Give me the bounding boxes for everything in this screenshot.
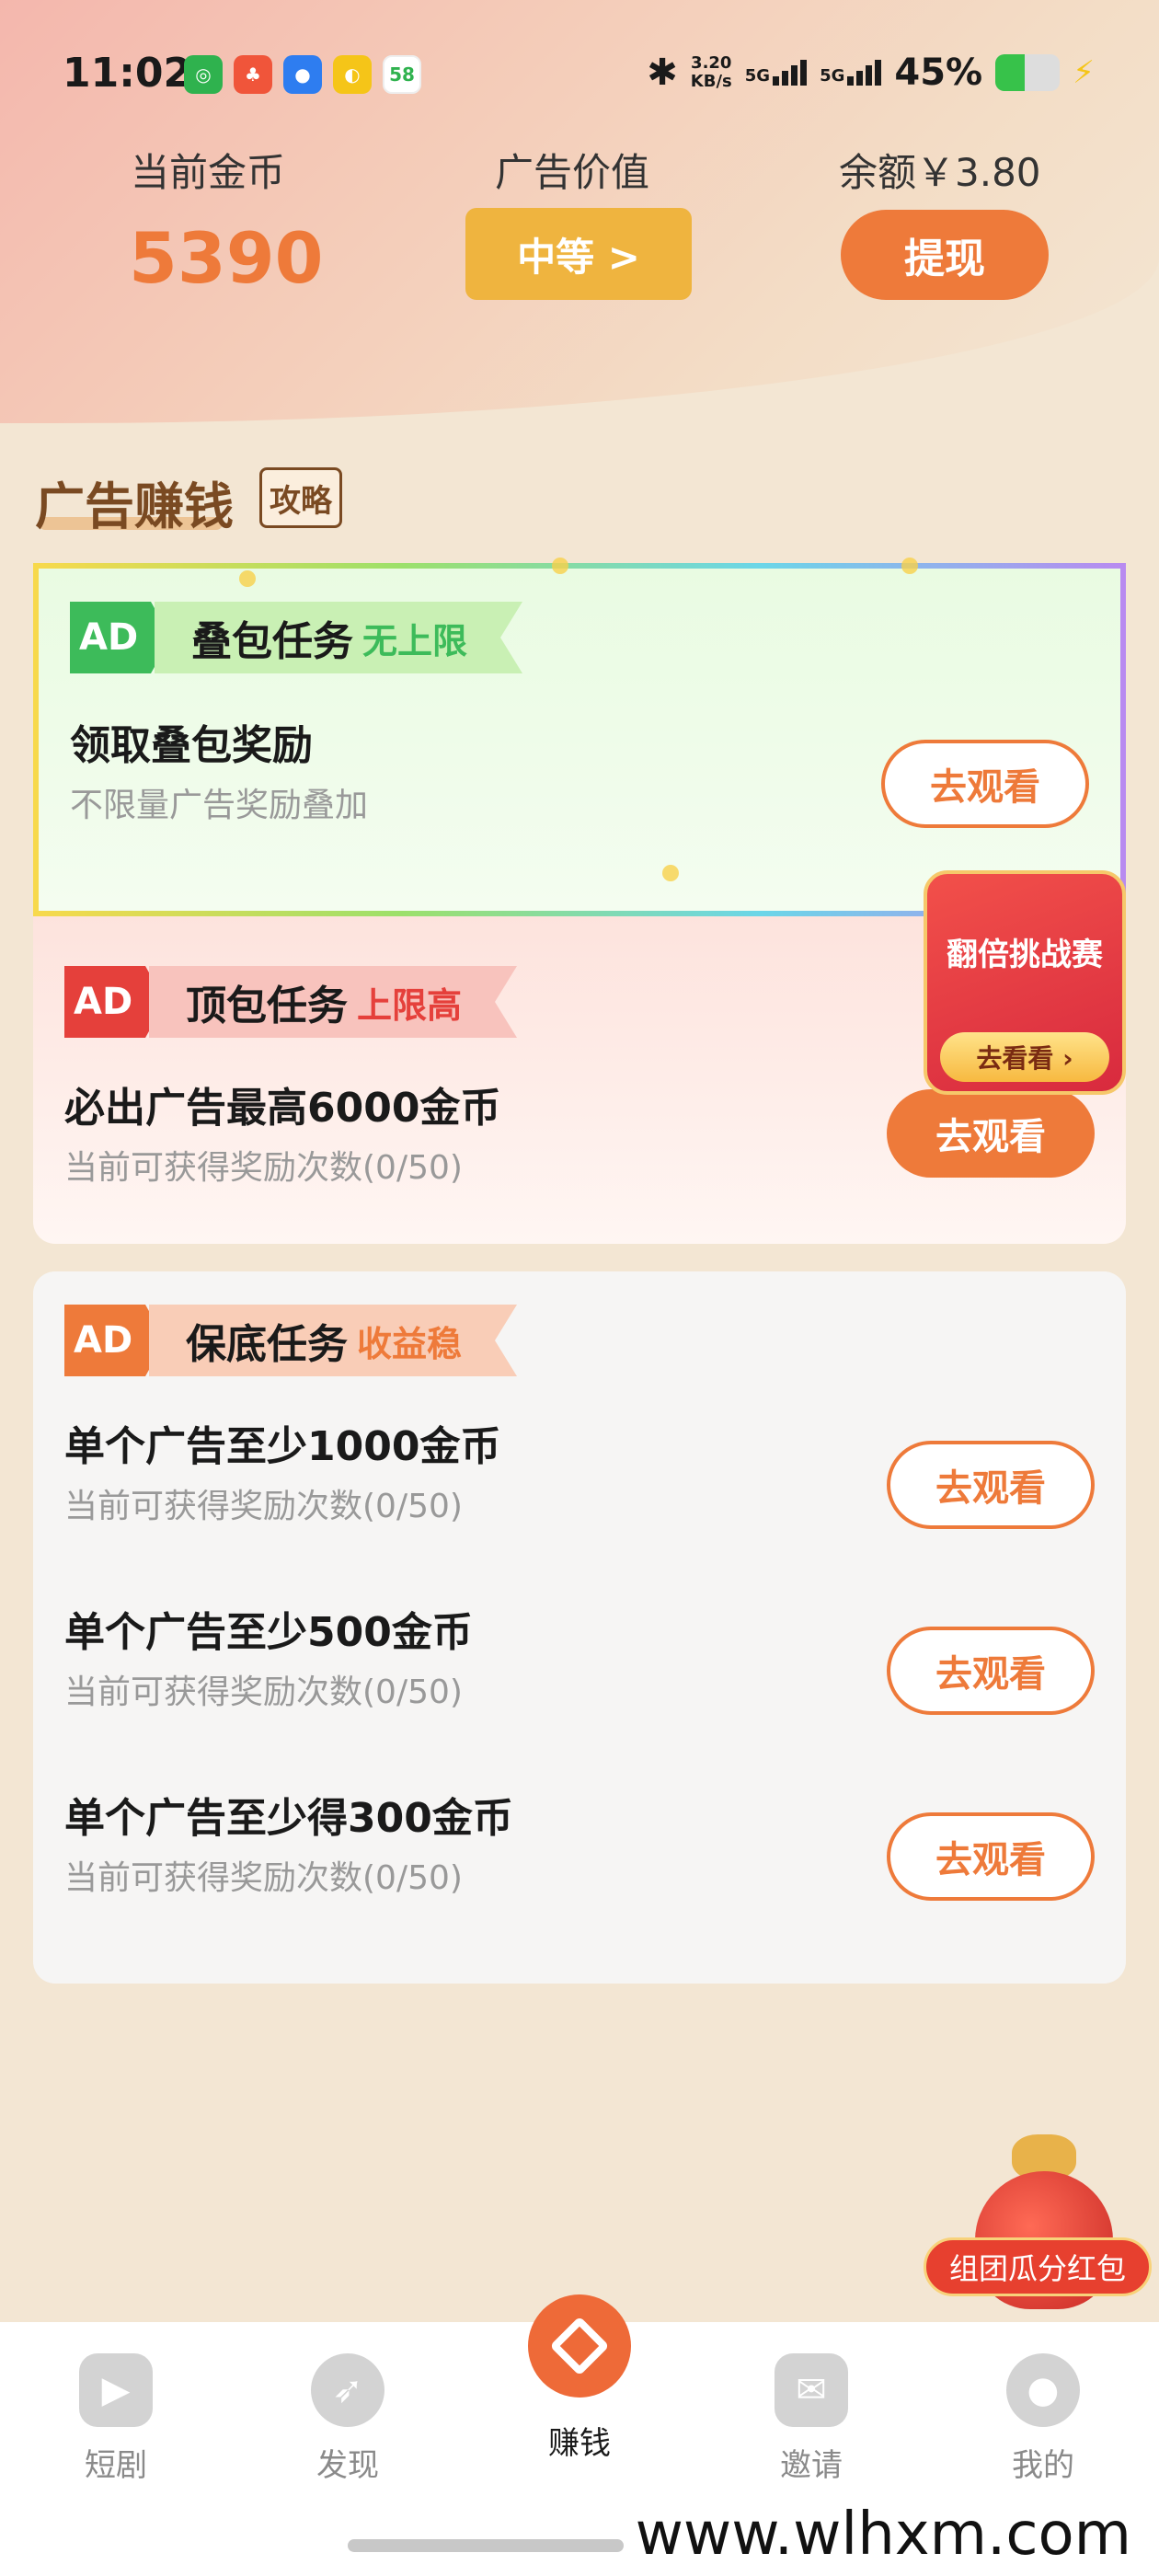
guarantee-task-title: 单个广告至少500金币 xyxy=(64,1609,473,1656)
red-packet-label[interactable]: 组团瓜分红包 xyxy=(924,2237,1152,2296)
watermark-text: www.wlhxm.com xyxy=(635,2501,1131,2569)
play-icon: ▶ xyxy=(79,2353,153,2427)
top-task-sub: 当前可获得奖励次数(0/50) xyxy=(64,1149,463,1187)
sparkle-decoration xyxy=(552,558,568,574)
nav-label: 短剧 xyxy=(85,2447,147,2484)
app-icon-green: ◎ xyxy=(184,55,223,94)
signal-icon-1: 5G xyxy=(744,60,808,86)
status-right: ✱ 3.20 KB/s 5G 5G 45% ⚡ xyxy=(647,52,1095,94)
guarantee-task-sub: 当前可获得奖励次数(0/50) xyxy=(64,1859,463,1897)
mail-icon: ✉ xyxy=(775,2353,848,2427)
nav-item-invite[interactable]: ✉ 邀请 xyxy=(738,2340,885,2485)
top-task-badge: AD 顶包任务 上限高 xyxy=(64,966,518,1038)
top-task-name: 顶包任务 xyxy=(186,983,348,1029)
section-title: 广告赚钱 xyxy=(35,477,234,535)
stack-watch-button[interactable]: 去观看 xyxy=(881,740,1089,828)
signal-icon-2: 5G xyxy=(820,60,882,86)
charging-icon: ⚡ xyxy=(1073,54,1095,91)
nav-item-discover[interactable]: ➶ 发现 xyxy=(274,2340,421,2485)
diamond-icon xyxy=(549,2316,610,2376)
top-task-tag: 上限高 xyxy=(357,984,463,1026)
nav-item-earn[interactable]: 赚钱 xyxy=(506,2418,653,2463)
stack-task-badge: AD 叠包任务 无上限 xyxy=(70,602,523,673)
guarantee-task-tag: 收益稳 xyxy=(357,1323,463,1364)
challenge-button[interactable]: 去看看 › xyxy=(940,1032,1109,1082)
sparkle-decoration xyxy=(239,570,256,587)
stack-task-band: 叠包任务 无上限 xyxy=(155,602,523,673)
net-speed-unit: KB/s xyxy=(690,72,732,91)
sparkle-decoration xyxy=(901,558,918,574)
status-app-icons: ◎ ♣ ● ◐ 58 xyxy=(184,55,421,94)
sparkle-decoration xyxy=(662,865,679,881)
ad-value-label: 广告价值 xyxy=(495,150,650,195)
app-icon-yellow: ◐ xyxy=(333,55,372,94)
guarantee-task-sub: 当前可获得奖励次数(0/50) xyxy=(64,1673,463,1711)
earn-tab-button[interactable] xyxy=(528,2294,631,2398)
signal-1-label: 5G xyxy=(744,66,771,86)
guarantee-task-title: 单个广告至少1000金币 xyxy=(64,1423,501,1470)
top-task-band: 顶包任务 上限高 xyxy=(149,966,518,1038)
stack-task-name: 叠包任务 xyxy=(191,618,353,665)
guarantee-task-band: 保底任务 收益稳 xyxy=(149,1305,518,1376)
guarantee-task-badge: AD 保底任务 收益稳 xyxy=(64,1305,518,1376)
ad-value-button[interactable]: 中等 > xyxy=(465,208,692,300)
balance-label: 余额￥3.80 xyxy=(839,150,1041,195)
nav-item-mine[interactable]: ● 我的 xyxy=(970,2340,1117,2485)
nav-label: 发现 xyxy=(316,2447,379,2484)
guide-button[interactable]: 攻略 xyxy=(259,467,342,528)
signal-2-label: 5G xyxy=(820,66,845,86)
coins-label: 当前金币 xyxy=(131,150,286,195)
battery-percent: 45% xyxy=(894,52,983,94)
double-challenge-widget[interactable]: 翻倍挑战赛 去看看 › xyxy=(924,870,1126,1095)
status-time: 11:02 xyxy=(63,50,192,97)
guarantee-task-title: 单个广告至少得300金币 xyxy=(64,1795,513,1842)
coins-value: 5390 xyxy=(129,217,324,299)
nav-item-short-drama[interactable]: ▶ 短剧 xyxy=(42,2340,189,2485)
guarantee-task-sub: 当前可获得奖励次数(0/50) xyxy=(64,1488,463,1525)
guarantee-task-name: 保底任务 xyxy=(186,1321,348,1368)
stack-task-card: AD 叠包任务 无上限 领取叠包奖励 不限量广告奖励叠加 去观看 xyxy=(33,563,1126,916)
top-task-title: 必出广告最高6000金币 xyxy=(64,1085,501,1132)
top-watch-button[interactable]: 去观看 xyxy=(887,1089,1095,1178)
nav-label: 邀请 xyxy=(780,2447,843,2484)
stack-task-sub: 不限量广告奖励叠加 xyxy=(70,787,369,824)
net-speed: 3.20 KB/s xyxy=(691,54,732,91)
bluetooth-icon: ✱ xyxy=(647,52,678,94)
stack-task-tag: 无上限 xyxy=(362,620,468,661)
guarantee-watch-button-2[interactable]: 去观看 xyxy=(887,1627,1095,1715)
net-speed-value: 3.20 xyxy=(691,53,732,73)
app-icon-58: 58 xyxy=(383,55,421,94)
guarantee-task-card: AD 保底任务 收益稳 单个广告至少1000金币 当前可获得奖励次数(0/50)… xyxy=(33,1271,1126,1984)
nav-label: 赚钱 xyxy=(548,2425,611,2462)
guarantee-watch-button-1[interactable]: 去观看 xyxy=(887,1441,1095,1529)
battery-icon xyxy=(995,54,1061,91)
nav-label: 我的 xyxy=(1012,2447,1074,2484)
app-icon-red: ♣ xyxy=(234,55,272,94)
stack-task-title: 领取叠包奖励 xyxy=(70,722,313,769)
compass-icon: ➶ xyxy=(311,2353,384,2427)
status-bar: 11:02 ◎ ♣ ● ◐ 58 ✱ 3.20 KB/s 5G 5G 45% ⚡ xyxy=(0,48,1159,103)
withdraw-button[interactable]: 提现 xyxy=(841,210,1049,300)
person-icon: ● xyxy=(1006,2353,1080,2427)
home-indicator[interactable] xyxy=(348,2539,624,2552)
app-icon-blue: ● xyxy=(283,55,322,94)
guarantee-watch-button-3[interactable]: 去观看 xyxy=(887,1812,1095,1901)
challenge-title: 翻倍挑战赛 xyxy=(947,937,1103,973)
